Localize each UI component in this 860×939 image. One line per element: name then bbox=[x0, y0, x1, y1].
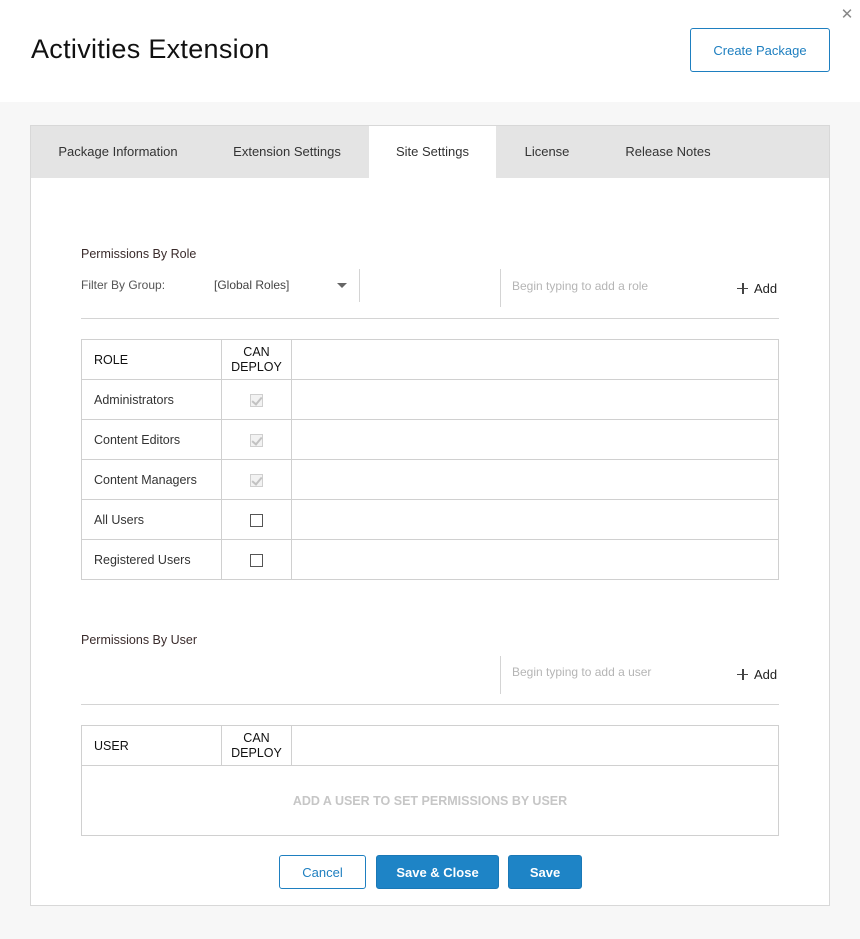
page-title: Activities Extension bbox=[31, 34, 270, 64]
can-deploy-cell bbox=[221, 419, 292, 460]
column-header-spacer bbox=[291, 339, 779, 380]
plus-icon bbox=[737, 668, 748, 680]
roles-table: ROLE CAN DEPLOY Administrators Content E… bbox=[81, 339, 779, 580]
column-header-role: ROLE bbox=[81, 339, 222, 380]
create-package-button[interactable]: Create Package bbox=[690, 28, 830, 72]
tab-package-information[interactable]: Package Information bbox=[31, 126, 205, 178]
role-name: Registered Users bbox=[81, 539, 222, 580]
save-and-close-button[interactable]: Save & Close bbox=[376, 855, 499, 889]
can-deploy-checkbox bbox=[250, 473, 263, 487]
permissions-by-user-heading: Permissions By User bbox=[81, 633, 197, 647]
divider bbox=[500, 269, 501, 307]
add-user-input[interactable] bbox=[512, 657, 722, 687]
spacer-cell bbox=[291, 379, 779, 420]
divider bbox=[359, 269, 360, 302]
plus-icon bbox=[737, 282, 748, 294]
add-user-label: Add bbox=[754, 666, 778, 682]
role-name: All Users bbox=[81, 499, 222, 540]
table-header-row: USER CAN DEPLOY bbox=[81, 725, 779, 766]
column-header-user: USER bbox=[81, 725, 222, 766]
tab-license[interactable]: License bbox=[496, 126, 598, 178]
chevron-down-icon[interactable] bbox=[337, 283, 347, 288]
role-name: Administrators bbox=[81, 379, 222, 420]
table-row: Administrators bbox=[81, 379, 779, 420]
cancel-button[interactable]: Cancel bbox=[279, 855, 366, 889]
spacer-cell bbox=[291, 499, 779, 540]
add-role-label: Add bbox=[754, 280, 778, 296]
column-header-deploy: DEPLOY bbox=[231, 745, 282, 760]
group-filter-value: [Global Roles] bbox=[214, 278, 290, 292]
save-button[interactable]: Save bbox=[508, 855, 582, 889]
can-deploy-cell bbox=[221, 539, 292, 580]
tab-extension-settings[interactable]: Extension Settings bbox=[205, 126, 369, 178]
table-row: Content Managers bbox=[81, 459, 779, 500]
add-role-button[interactable]: Add bbox=[737, 278, 777, 298]
settings-panel: Package Information Extension Settings S… bbox=[30, 125, 830, 906]
table-row: Registered Users bbox=[81, 539, 779, 580]
can-deploy-checkbox bbox=[250, 433, 263, 447]
role-name: Content Editors bbox=[81, 419, 222, 460]
tab-bar: Package Information Extension Settings S… bbox=[31, 126, 829, 179]
column-header-deploy: DEPLOY bbox=[231, 359, 282, 374]
close-icon[interactable]: ✕ bbox=[838, 6, 856, 24]
empty-state-message: ADD A USER TO SET PERMISSIONS BY USER bbox=[81, 765, 779, 836]
tab-release-notes[interactable]: Release Notes bbox=[598, 126, 738, 178]
add-role-input[interactable] bbox=[512, 271, 722, 301]
can-deploy-cell bbox=[221, 459, 292, 500]
spacer-cell bbox=[291, 459, 779, 500]
filter-by-group-label: Filter By Group: bbox=[81, 278, 166, 292]
table-row: All Users bbox=[81, 499, 779, 540]
divider bbox=[81, 704, 779, 705]
can-deploy-checkbox[interactable] bbox=[250, 513, 263, 527]
divider bbox=[500, 656, 501, 694]
dialog-header: Activities Extension ✕ Create Package bbox=[0, 0, 860, 102]
can-deploy-cell bbox=[221, 379, 292, 420]
table-row: ADD A USER TO SET PERMISSIONS BY USER bbox=[81, 765, 779, 836]
table-header-row: ROLE CAN DEPLOY bbox=[81, 339, 779, 380]
can-deploy-cell bbox=[221, 499, 292, 540]
spacer-cell bbox=[291, 539, 779, 580]
table-row: Content Editors bbox=[81, 419, 779, 460]
column-header-spacer bbox=[291, 725, 779, 766]
column-header-can: CAN bbox=[243, 344, 270, 359]
add-user-button[interactable]: Add bbox=[737, 664, 777, 684]
can-deploy-checkbox bbox=[250, 393, 263, 407]
can-deploy-checkbox[interactable] bbox=[250, 553, 263, 567]
users-table: USER CAN DEPLOY ADD A USER TO SET PERMIS… bbox=[81, 725, 779, 836]
spacer-cell bbox=[291, 419, 779, 460]
role-name: Content Managers bbox=[81, 459, 222, 500]
tab-site-settings[interactable]: Site Settings bbox=[369, 126, 496, 179]
column-header-can-deploy: CAN DEPLOY bbox=[221, 725, 292, 766]
permissions-by-role-heading: Permissions By Role bbox=[81, 247, 197, 261]
column-header-can: CAN bbox=[243, 730, 270, 745]
divider bbox=[81, 318, 779, 319]
column-header-can-deploy: CAN DEPLOY bbox=[221, 339, 292, 380]
